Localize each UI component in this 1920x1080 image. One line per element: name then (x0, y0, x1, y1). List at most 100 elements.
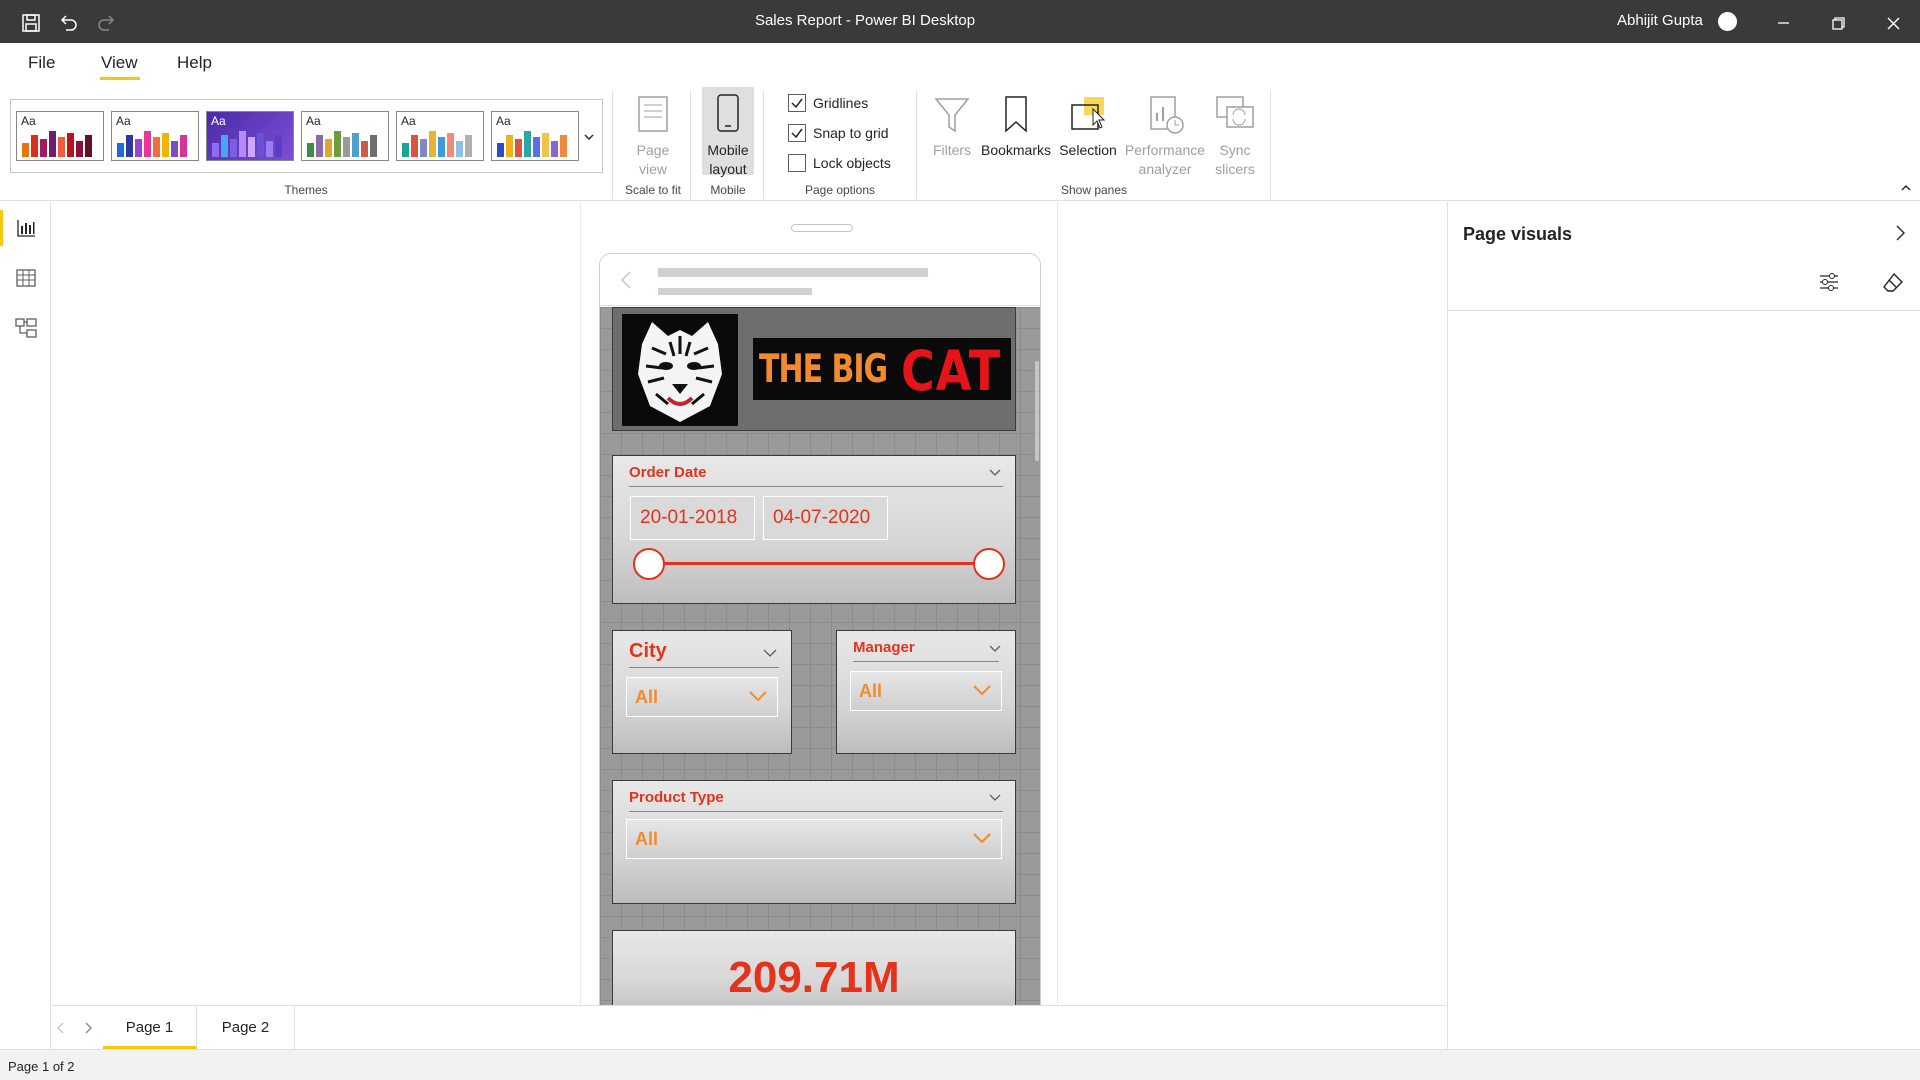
filters-button[interactable]: Filters (926, 93, 978, 160)
theme-color-bar (515, 139, 522, 157)
theme-swatch-6[interactable]: Aa (491, 111, 579, 161)
theme-swatch-1[interactable]: Aa (16, 111, 104, 161)
ribbon-separator (690, 91, 691, 199)
banner-tile[interactable]: THE BIG CAT (612, 307, 1016, 431)
scroll-right-icon[interactable] (84, 1022, 92, 1034)
theme-color-bar (67, 133, 74, 157)
theme-color-bar (352, 133, 359, 157)
end-date-input[interactable]: 04-07-2020 (763, 496, 888, 540)
ribbon-separator (1270, 91, 1271, 199)
theme-color-bar (551, 141, 558, 157)
gridlines-label: Gridlines (813, 95, 869, 111)
mobile-scrollbar[interactable] (1035, 361, 1039, 461)
order-date-slicer[interactable]: Order Date 20-01-2018 04-07-2020 (612, 455, 1016, 604)
theme-color-bar (171, 141, 178, 157)
manager-slicer[interactable]: Manager All (836, 630, 1016, 754)
chevron-down-icon (973, 833, 991, 844)
tab-page-2[interactable]: Page 2 (197, 1006, 295, 1050)
kpi-card[interactable]: 209.71M (612, 930, 1016, 1005)
placeholder-title-line (658, 268, 928, 277)
pane-divider (1448, 310, 1920, 311)
slicer-collapse-icon[interactable] (989, 643, 1001, 653)
menu-file[interactable]: File (28, 53, 55, 73)
eraser-icon[interactable] (1882, 271, 1904, 293)
theme-color-bar (438, 137, 445, 157)
active-view-indicator (0, 210, 3, 246)
placeholder-subtitle-line (658, 288, 812, 295)
theme-swatch-2[interactable]: Aa (111, 111, 199, 161)
range-end-handle[interactable] (973, 548, 1005, 580)
avatar[interactable] (1718, 12, 1737, 31)
show-panes-group-label: Show panes (1060, 183, 1128, 197)
city-dropdown[interactable]: All (626, 677, 778, 717)
gridlines-checkbox[interactable]: Gridlines (788, 92, 868, 114)
theme-color-bar (49, 131, 56, 157)
range-start-handle[interactable] (633, 548, 665, 580)
model-view-icon[interactable] (14, 316, 38, 340)
window-title: Sales Report - Power BI Desktop (754, 12, 976, 29)
slicer-collapse-icon[interactable] (989, 467, 1001, 477)
theme-color-bar (343, 137, 350, 157)
close-icon[interactable] (1882, 12, 1904, 34)
theme-color-bar (420, 139, 427, 157)
theme-color-bar (325, 139, 332, 157)
filter-settings-icon[interactable] (1818, 271, 1840, 293)
page-view-button[interactable]: Page view (620, 93, 686, 179)
lock-check-box (788, 154, 806, 172)
collapse-ribbon-icon[interactable] (1900, 182, 1912, 194)
product-type-selected-value: All (635, 829, 659, 849)
mobile-group-label: Mobile (710, 183, 746, 197)
theme-color-bar (429, 131, 436, 157)
menu-view[interactable]: View (101, 53, 138, 73)
product-type-slicer[interactable]: Product Type All (612, 780, 1016, 904)
theme-color-bars (212, 131, 282, 157)
performance-analyzer-label: Performance analyzer (1124, 142, 1206, 177)
theme-color-bar (126, 135, 133, 157)
theme-color-bars (497, 131, 567, 157)
product-type-dropdown[interactable]: All (626, 819, 1002, 859)
restore-icon[interactable] (1827, 12, 1849, 34)
performance-analyzer-button[interactable]: Performance analyzer (1122, 93, 1208, 179)
sync-slicers-button[interactable]: Sync slicers (1210, 93, 1260, 179)
lock-objects-checkbox[interactable]: Lock objects (788, 152, 891, 174)
snap-to-grid-checkbox[interactable]: Snap to grid (788, 122, 889, 144)
ribbon-separator (763, 91, 764, 199)
bookmarks-label: Bookmarks (980, 142, 1052, 158)
collapse-pane-icon[interactable] (1895, 224, 1907, 242)
city-slicer[interactable]: City All (612, 630, 792, 754)
start-date-input[interactable]: 20-01-2018 (630, 496, 755, 540)
menu-help[interactable]: Help (177, 53, 212, 73)
minimize-icon[interactable] (1772, 12, 1794, 34)
theme-color-bar (153, 137, 160, 157)
scroll-left-icon[interactable] (57, 1022, 65, 1034)
theme-swatch-5[interactable]: Aa (396, 111, 484, 161)
slicer-header-rule (853, 661, 999, 662)
view-switcher (0, 202, 51, 1049)
mobile-phone-icon (706, 93, 750, 137)
theme-color-bar (316, 135, 323, 157)
selection-button[interactable]: Selection (1054, 93, 1122, 160)
scale-to-fit-group-label: Scale to fit (624, 183, 682, 197)
report-view-icon[interactable] (14, 216, 38, 240)
slicer-collapse-icon[interactable] (989, 792, 1001, 802)
user-name[interactable]: Abhijit Gupta (1617, 12, 1703, 29)
order-date-title: Order Date (629, 464, 707, 481)
slicer-collapse-icon[interactable] (763, 648, 777, 658)
data-view-icon[interactable] (14, 266, 38, 290)
bookmark-icon (994, 93, 1038, 137)
theme-color-bar (135, 139, 142, 157)
themes-expand-icon[interactable] (583, 131, 595, 143)
manager-dropdown[interactable]: All (850, 671, 1002, 711)
tab-page-1[interactable]: Page 1 (103, 1006, 197, 1050)
theme-color-bar (76, 141, 83, 157)
theme-swatch-3[interactable]: Aa (206, 111, 294, 161)
chevron-down-icon (973, 685, 991, 696)
theme-color-bars (307, 131, 377, 157)
lock-objects-label: Lock objects (813, 155, 891, 171)
manager-selected-value: All (859, 681, 883, 701)
bookmarks-button[interactable]: Bookmarks (978, 93, 1054, 160)
theme-sample-text: Aa (21, 114, 36, 128)
theme-color-bar (506, 135, 513, 157)
theme-swatch-4[interactable]: Aa (301, 111, 389, 161)
mobile-layout-button[interactable]: Mobile layout (702, 87, 754, 177)
